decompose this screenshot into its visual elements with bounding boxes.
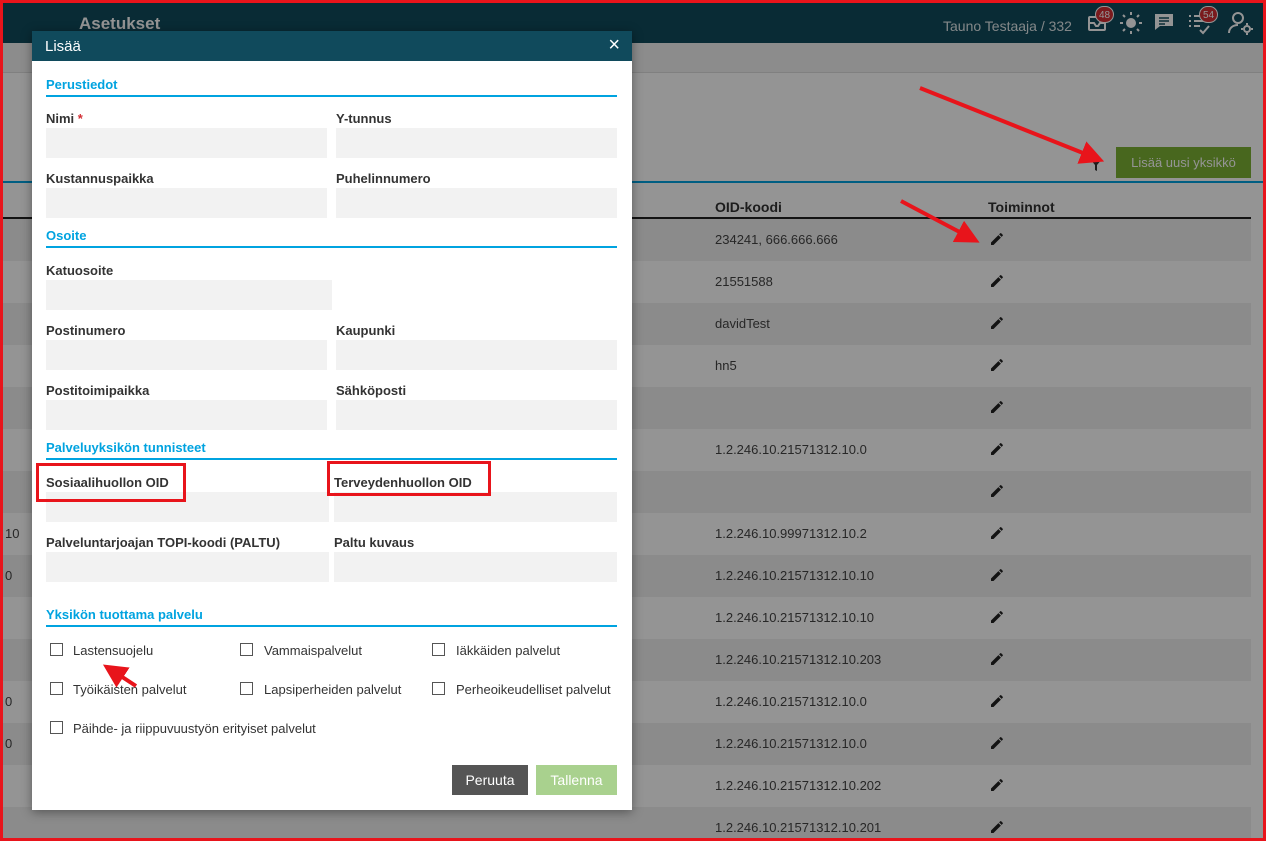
- close-icon[interactable]: ×: [608, 35, 620, 55]
- name-input[interactable]: [46, 128, 327, 158]
- section-basic: Perustiedot: [46, 77, 617, 97]
- checkbox-label: Perheoikeudelliset palvelut: [456, 682, 611, 697]
- checkbox-tyoikaisten-palvelut[interactable]: [50, 682, 63, 695]
- post-office-input[interactable]: [46, 400, 327, 430]
- checkbox-iakkaiden-palvelut[interactable]: [432, 643, 445, 656]
- label-post-office: Postitoimipaikka: [46, 383, 150, 398]
- label-city: Kaupunki: [336, 323, 396, 338]
- label-cost-center: Kustannuspaikka: [46, 171, 154, 186]
- label-topi-code: Palveluntarjoajan TOPI-koodi (PALTU): [46, 535, 281, 550]
- cost-center-input[interactable]: [46, 188, 327, 218]
- checkbox-label: Päihde- ja riippuvuustyön erityiset palv…: [73, 721, 316, 736]
- checkbox-perheoikeudelliset-palvelut[interactable]: [432, 682, 445, 695]
- street-input[interactable]: [46, 280, 332, 310]
- screenshot-frame: Asetukset Tauno Testaaja / 332 48 54 Lis…: [0, 0, 1266, 841]
- section-address: Osoite: [46, 228, 617, 248]
- label-email: Sähköposti: [336, 383, 407, 398]
- email-input[interactable]: [336, 400, 617, 430]
- section-services: Yksikön tuottama palvelu: [46, 607, 617, 627]
- dialog-header: Lisää ×: [32, 31, 632, 61]
- label-business-id: Y-tunnus: [336, 111, 392, 126]
- business-id-input[interactable]: [336, 128, 617, 158]
- checkbox-paihde-palvelut[interactable]: [50, 721, 63, 734]
- checkbox-label: Lapsiperheiden palvelut: [264, 682, 402, 697]
- label-paltu-desc: Paltu kuvaus: [334, 535, 415, 550]
- phone-input[interactable]: [336, 188, 617, 218]
- label-postal-code: Postinumero: [46, 323, 126, 338]
- paltu-desc-input[interactable]: [334, 552, 617, 582]
- save-button[interactable]: Tallenna: [536, 765, 617, 795]
- highlight-box-social-oid: [36, 463, 186, 502]
- checkbox-label: Työikäisten palvelut: [73, 682, 187, 697]
- cancel-button[interactable]: Peruuta: [452, 765, 528, 795]
- checkbox-label: Iäkkäiden palvelut: [456, 643, 561, 658]
- checkbox-vammaispalvelut[interactable]: [240, 643, 253, 656]
- section-identifiers: Palveluyksikön tunnisteet: [46, 440, 617, 460]
- checkbox-label: Lastensuojelu: [73, 643, 154, 658]
- city-input[interactable]: [336, 340, 617, 370]
- topi-code-input[interactable]: [46, 552, 329, 582]
- postal-code-input[interactable]: [46, 340, 327, 370]
- label-street: Katuosoite: [46, 263, 114, 278]
- checkbox-lapsiperheiden-palvelut[interactable]: [240, 682, 253, 695]
- dialog-title: Lisää: [45, 38, 81, 55]
- checkbox-lastensuojelu[interactable]: [50, 643, 63, 656]
- label-name: Nimi *: [46, 111, 83, 126]
- highlight-box-health-oid: [327, 461, 491, 496]
- health-oid-input[interactable]: [334, 492, 617, 522]
- label-phone: Puhelinnumero: [336, 171, 431, 186]
- required-marker: *: [77, 111, 83, 126]
- checkbox-label: Vammaispalvelut: [264, 643, 363, 658]
- add-dialog: Lisää × Perustiedot Nimi * Y-tunnus Kust…: [32, 31, 632, 810]
